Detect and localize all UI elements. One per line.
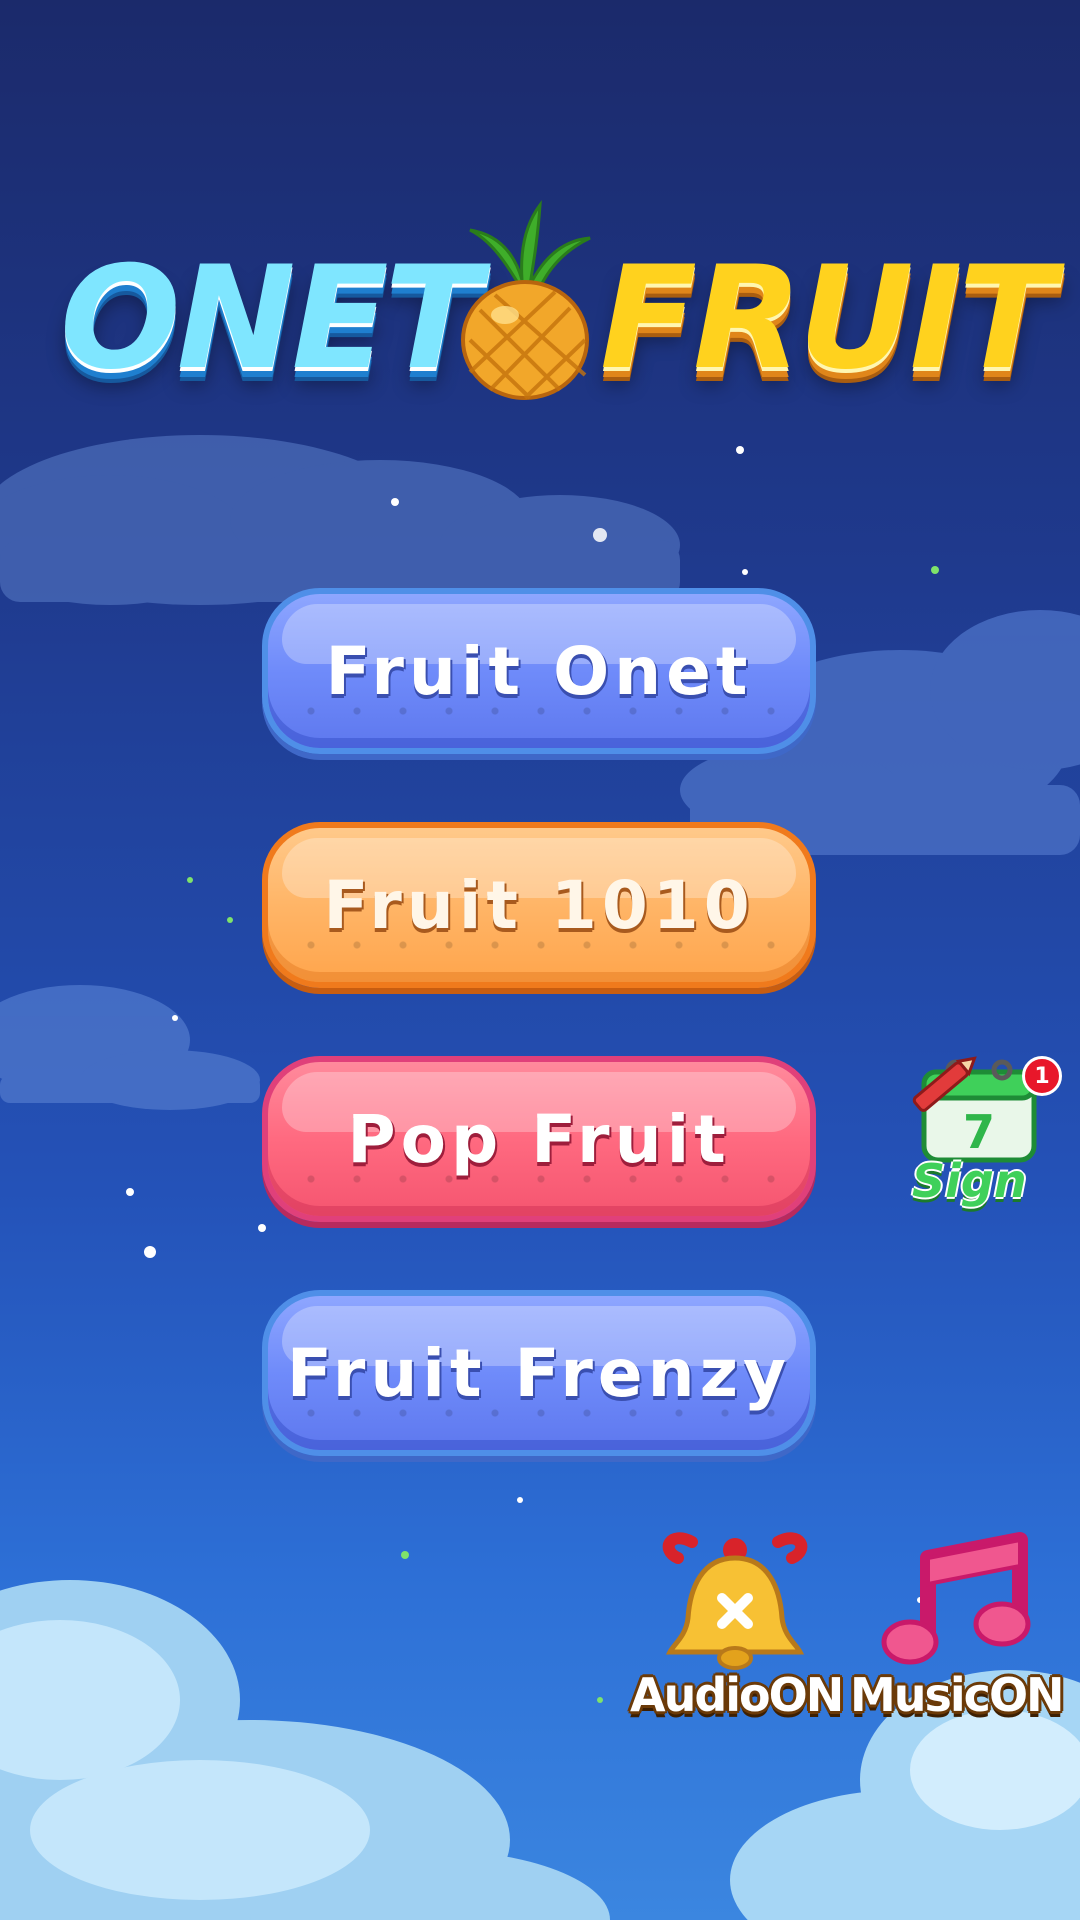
- music-note-icon: [881, 1532, 1031, 1665]
- fruit-onet-label: Fruit Onet: [325, 632, 753, 710]
- fruit-frenzy-button[interactable]: Fruit Frenzy: [262, 1290, 816, 1456]
- fruit-frenzy-label: Fruit Frenzy: [286, 1334, 792, 1412]
- calendar-day-text: 7: [963, 1105, 995, 1159]
- sign-badge: 1: [1022, 1056, 1062, 1096]
- music-toggle-label: MusicON: [850, 1668, 1065, 1722]
- logo-word-fruit: FRUIT: [600, 236, 1055, 401]
- pineapple-icon: [461, 200, 591, 400]
- bell-icon: [662, 1532, 808, 1670]
- fruit-1010-label: Fruit 1010: [323, 866, 755, 944]
- game-logo: ONET FRUIT: [60, 200, 1055, 420]
- game-background: ONET FRUIT Fruit Onet Fruit 1010 Pop Fru…: [0, 0, 1080, 1920]
- pop-fruit-label: Pop Fruit: [347, 1100, 731, 1178]
- daily-sign-button[interactable]: 7 1 Sign: [894, 1036, 1064, 1216]
- fruit-onet-button[interactable]: Fruit Onet: [262, 588, 816, 754]
- audio-toggle-label: AudioON: [630, 1668, 844, 1722]
- sign-label: Sign: [912, 1154, 1027, 1208]
- logo-word-onet: ONET: [60, 236, 481, 401]
- music-toggle-button[interactable]: MusicON: [850, 1530, 1065, 1740]
- pop-fruit-button[interactable]: Pop Fruit: [262, 1056, 816, 1222]
- fruit-1010-button[interactable]: Fruit 1010: [262, 822, 816, 988]
- audio-toggle-button[interactable]: AudioON: [630, 1520, 844, 1740]
